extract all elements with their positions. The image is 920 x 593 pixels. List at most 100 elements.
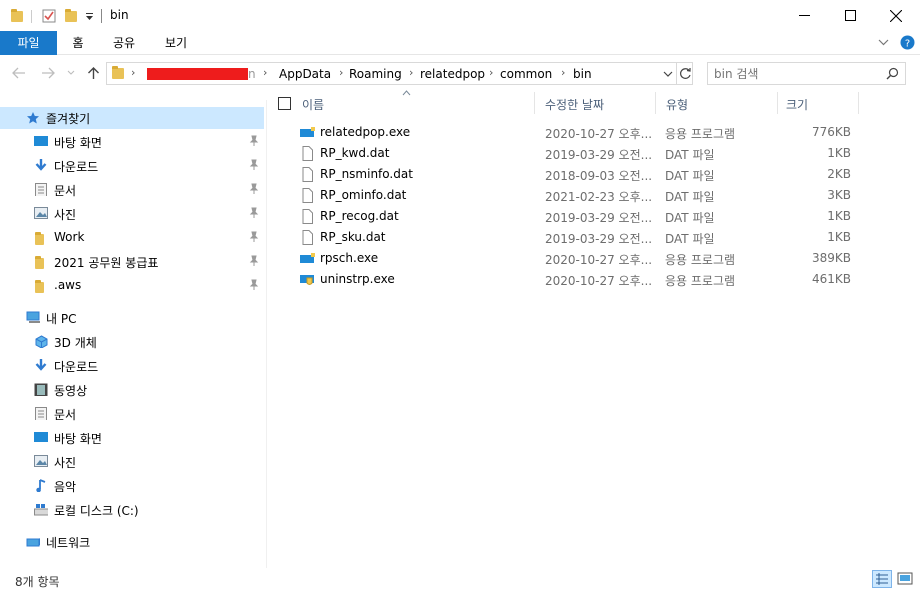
tab-file[interactable]: 파일 <box>0 31 57 55</box>
file-size: 1KB <box>827 209 851 223</box>
pin-icon[interactable] <box>249 135 259 147</box>
breadcrumb-separator: › <box>561 66 566 79</box>
nav-item-documents[interactable]: 문서 <box>0 179 264 201</box>
column-divider[interactable] <box>534 92 535 114</box>
folder-icon <box>35 280 44 293</box>
maximize-icon <box>844 10 856 21</box>
minimize-button[interactable] <box>781 0 827 31</box>
help-icon[interactable]: ? <box>900 35 915 50</box>
nav-item-label: 문서 <box>54 408 77 422</box>
nav-item-desktop[interactable]: 바탕 화면 <box>0 131 264 153</box>
download-icon <box>35 159 47 171</box>
breadcrumb-separator: › <box>131 66 136 79</box>
pin-icon[interactable] <box>249 255 259 267</box>
close-button[interactable] <box>873 0 919 31</box>
chevron-down-icon[interactable] <box>85 12 94 21</box>
file-type: DAT 파일 <box>665 169 715 183</box>
nav-item-music[interactable]: 음악 <box>0 475 264 497</box>
search-icon[interactable] <box>886 67 899 80</box>
pane-divider[interactable] <box>266 100 267 568</box>
nav-item-3d-objects[interactable]: 3D 개체 <box>0 331 264 353</box>
column-divider[interactable] <box>777 92 778 114</box>
star-icon <box>27 112 39 124</box>
document-icon <box>35 407 47 420</box>
pin-icon[interactable] <box>249 279 259 291</box>
search-input[interactable] <box>714 65 879 82</box>
tab-share[interactable]: 공유 <box>106 31 142 55</box>
new-folder-icon[interactable] <box>65 9 77 22</box>
breadcrumb-relatedpop[interactable]: relatedpop <box>420 67 485 81</box>
tab-home[interactable]: 홈 <box>64 31 92 55</box>
this-pc[interactable]: 내 PC <box>0 307 264 329</box>
file-date: 2019-03-29 오전... <box>545 148 653 162</box>
file-name: RP_recog.dat <box>320 209 399 223</box>
column-header-size[interactable]: 크기 <box>786 96 808 118</box>
breadcrumb-separator: › <box>409 66 414 79</box>
file-row[interactable]: uninstrp.exe 2020-10-27 오후... 응용 프로그램 46… <box>296 269 856 290</box>
nav-item-videos[interactable]: 동영상 <box>0 379 264 401</box>
file-type: 응용 프로그램 <box>665 253 736 267</box>
properties-icon[interactable] <box>42 8 56 23</box>
nav-item-downloads[interactable]: 다운로드 <box>0 155 264 177</box>
quick-access[interactable]: 즐겨찾기 <box>0 107 264 129</box>
folder-icon <box>35 232 44 245</box>
desktop-icon <box>34 432 48 442</box>
breadcrumb-appdata[interactable]: AppData <box>279 67 331 81</box>
file-icon <box>302 230 313 245</box>
refresh-icon[interactable] <box>679 67 692 80</box>
pin-icon[interactable] <box>249 207 259 219</box>
file-type: 응용 프로그램 <box>665 127 736 141</box>
breadcrumb-bin[interactable]: bin <box>573 67 592 81</box>
column-divider[interactable] <box>655 92 656 114</box>
up-icon[interactable] <box>87 66 100 80</box>
breadcrumb-roaming[interactable]: Roaming <box>349 67 402 81</box>
explorer-window: bin 파일 홈 공유 보기 ? › n › AppData › Roaming… <box>0 0 920 593</box>
nav-item-local-disk[interactable]: 로컬 디스크 (C:) <box>0 499 264 521</box>
file-size: 3KB <box>827 188 851 202</box>
divider <box>676 63 677 84</box>
nav-item-desktop-pc[interactable]: 바탕 화면 <box>0 427 264 449</box>
file-icon <box>302 188 313 203</box>
nav-item-label: Work <box>54 230 85 244</box>
address-bar[interactable]: › n › AppData › Roaming › relatedpop › c… <box>106 62 693 85</box>
forward-icon[interactable] <box>41 67 55 79</box>
breadcrumb-common[interactable]: common <box>500 67 552 81</box>
search-box[interactable] <box>707 62 906 85</box>
file-type: 응용 프로그램 <box>665 274 736 288</box>
select-all-checkbox[interactable] <box>278 97 291 110</box>
column-header-name[interactable]: 이름 <box>302 96 324 118</box>
file-row[interactable]: RP_kwd.dat 2019-03-29 오전... DAT 파일 1KB <box>296 143 856 164</box>
column-header-date[interactable]: 수정한 날짜 <box>545 96 604 118</box>
nav-item-pictures[interactable]: 사진 <box>0 203 264 225</box>
minimize-icon <box>798 15 810 16</box>
nav-item-documents-pc[interactable]: 문서 <box>0 403 264 425</box>
nav-item-downloads-pc[interactable]: 다운로드 <box>0 355 264 377</box>
file-name: RP_kwd.dat <box>320 146 390 160</box>
large-icons-view-icon[interactable] <box>896 570 916 588</box>
file-row[interactable]: RP_nsminfo.dat 2018-09-03 오전... DAT 파일 2… <box>296 164 856 185</box>
recent-locations-icon[interactable] <box>67 70 75 76</box>
file-row[interactable]: rpsch.exe 2020-10-27 오후... 응용 프로그램 389KB <box>296 248 856 269</box>
maximize-button[interactable] <box>827 0 873 31</box>
chevron-down-icon[interactable] <box>663 71 673 78</box>
file-row[interactable]: relatedpop.exe 2020-10-27 오후... 응용 프로그램 … <box>296 122 856 143</box>
file-name: rpsch.exe <box>320 251 379 265</box>
file-row[interactable]: RP_sku.dat 2019-03-29 오전... DAT 파일 1KB <box>296 227 856 248</box>
file-row[interactable]: RP_recog.dat 2019-03-29 오전... DAT 파일 1KB <box>296 206 856 227</box>
column-header-type[interactable]: 유형 <box>666 96 688 118</box>
network[interactable]: 네트워크 <box>0 531 264 553</box>
tab-view[interactable]: 보기 <box>158 31 194 55</box>
video-icon <box>34 383 48 396</box>
nav-item-work[interactable]: Work <box>0 227 264 249</box>
pin-icon[interactable] <box>249 183 259 195</box>
nav-item-pictures-pc[interactable]: 사진 <box>0 451 264 473</box>
file-row[interactable]: RP_ominfo.dat 2021-02-23 오후... DAT 파일 3K… <box>296 185 856 206</box>
nav-item-salary-table[interactable]: 2021 공무원 봉급표 <box>0 251 264 273</box>
column-divider[interactable] <box>858 92 859 114</box>
pin-icon[interactable] <box>249 159 259 171</box>
nav-item-aws[interactable]: .aws <box>0 275 264 297</box>
expand-ribbon-icon[interactable] <box>878 38 889 47</box>
details-view-icon[interactable] <box>872 570 892 588</box>
back-icon[interactable] <box>12 67 26 79</box>
pin-icon[interactable] <box>249 231 259 243</box>
